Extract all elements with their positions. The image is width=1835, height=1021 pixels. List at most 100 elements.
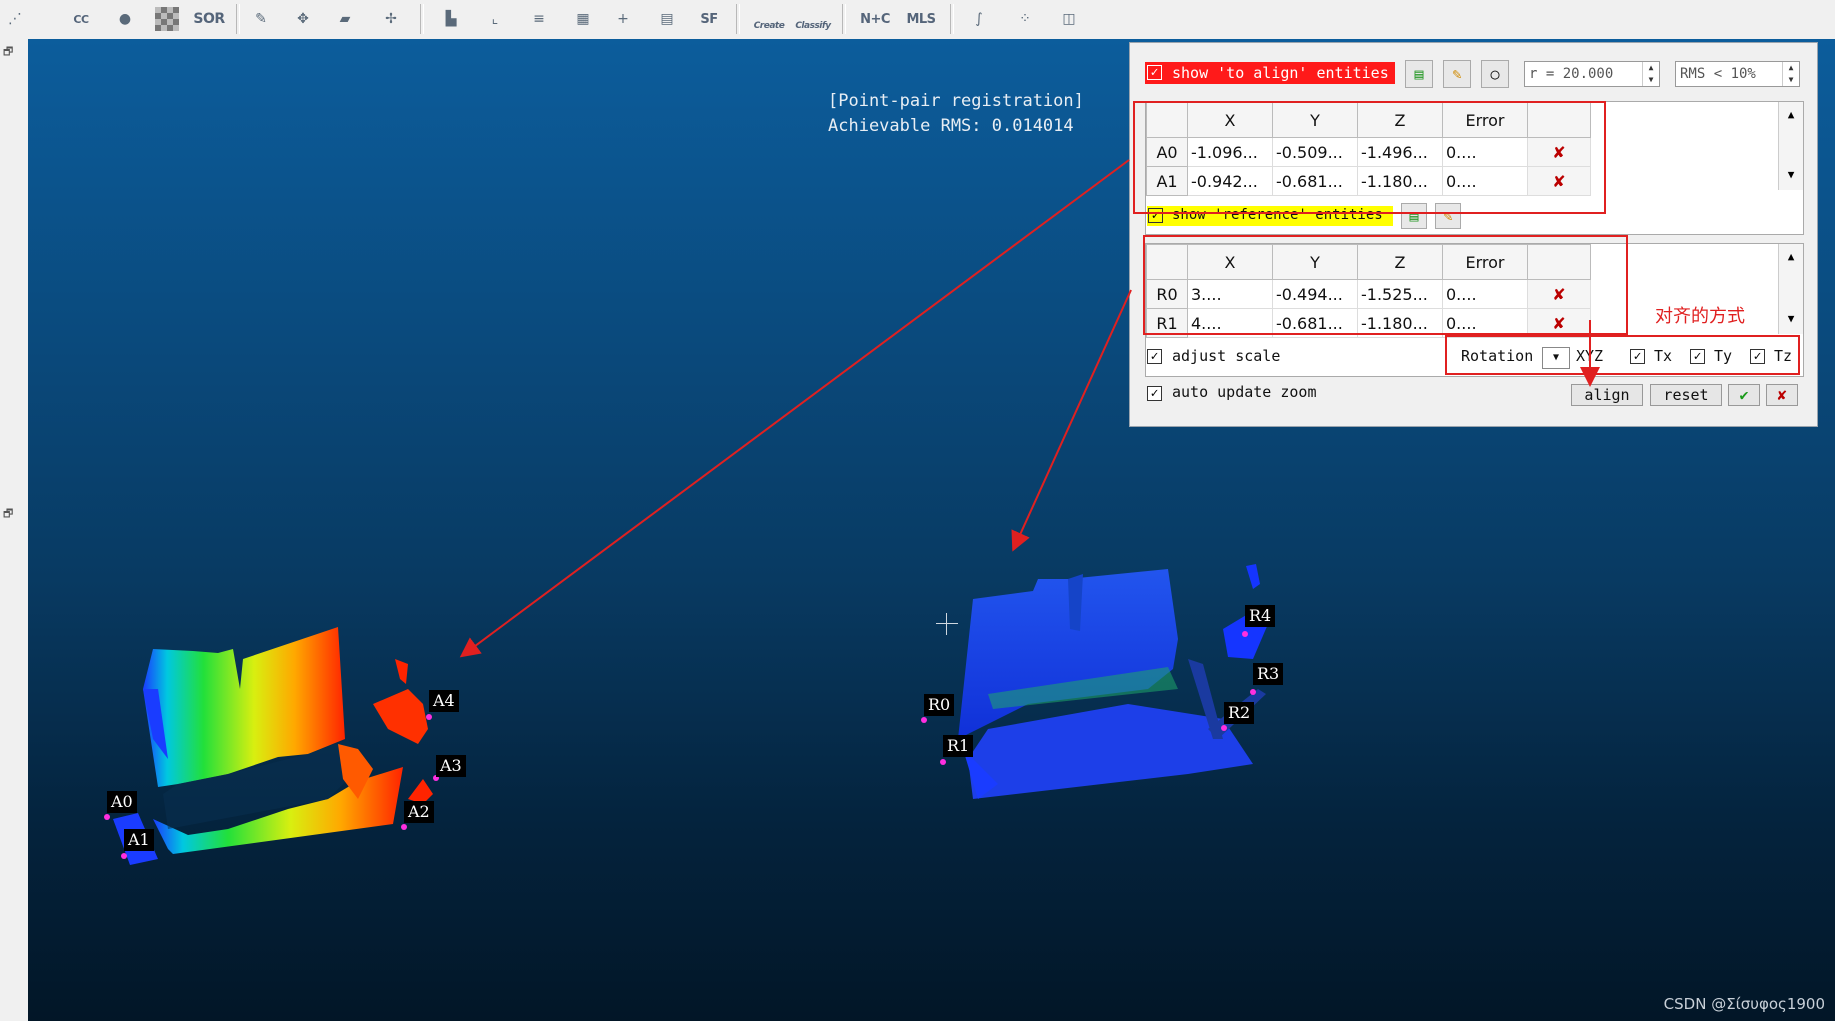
toolbar-separator bbox=[420, 4, 424, 34]
auto-update-zoom-label: auto update zoom bbox=[1172, 383, 1317, 401]
cell-y[interactable]: -0.681... bbox=[1272, 308, 1358, 338]
label-a4: A4 bbox=[429, 690, 459, 712]
tx-checkbox[interactable]: ✓ bbox=[1630, 349, 1645, 364]
cloud-compare-cc-icon[interactable]: CC bbox=[66, 4, 96, 34]
delete-icon[interactable]: ✘ bbox=[1527, 166, 1591, 196]
delete-icon[interactable]: ✘ bbox=[1527, 279, 1591, 309]
col-error-header: Error bbox=[1442, 244, 1528, 280]
table-row[interactable]: A1 -0.942... -0.681... -1.180... 0.... ✘ bbox=[1146, 166, 1591, 196]
pencil-icon[interactable]: ✎ bbox=[1435, 203, 1461, 229]
cancel-x-icon[interactable]: ✘ bbox=[1766, 384, 1798, 406]
scroll-up-icon[interactable]: ▲ bbox=[1779, 106, 1803, 124]
pin-icon[interactable]: ✢ bbox=[376, 4, 406, 34]
rms-spinbox[interactable]: RMS < 10% ▲ ▼ bbox=[1675, 61, 1800, 87]
cell-y[interactable]: -0.681... bbox=[1272, 166, 1358, 196]
canupo-classify-icon[interactable]: Classify bbox=[795, 2, 831, 32]
cell-z[interactable]: -1.525... bbox=[1357, 279, 1443, 309]
watermark: CSDN @Σίσυφος1900 bbox=[1663, 995, 1825, 1013]
corner-header bbox=[1146, 244, 1188, 280]
auto-update-zoom-checkbox[interactable]: ✓ bbox=[1147, 386, 1162, 401]
translate-rotate-icon[interactable]: ✥ bbox=[288, 4, 318, 34]
sphere-icon[interactable]: ○ bbox=[1481, 60, 1509, 88]
adjust-scale-label: adjust scale bbox=[1172, 347, 1281, 365]
radius-value: r = 20.000 bbox=[1529, 66, 1614, 82]
col-delete-header bbox=[1527, 102, 1591, 138]
cell-y[interactable]: -0.494... bbox=[1272, 279, 1358, 309]
confirm-check-icon[interactable]: ✔ bbox=[1728, 384, 1760, 406]
scroll-up-icon[interactable]: ▲ bbox=[1779, 248, 1803, 266]
rotation-dropdown-icon[interactable]: ▼ bbox=[1542, 347, 1570, 369]
cell-x[interactable]: -0.942... bbox=[1187, 166, 1273, 196]
calculator-icon[interactable]: ▤ bbox=[652, 4, 682, 34]
label-a1: A1 bbox=[124, 829, 154, 851]
mls-icon[interactable]: MLS bbox=[906, 4, 936, 34]
cell-x[interactable]: -1.096... bbox=[1187, 137, 1273, 167]
toolbar-separator bbox=[736, 4, 740, 34]
scalar-field-icon[interactable]: SF bbox=[694, 4, 724, 34]
cloud-fill-icon[interactable]: ● bbox=[110, 4, 140, 34]
align-button[interactable]: align bbox=[1571, 384, 1643, 406]
cell-x[interactable]: 4.... bbox=[1187, 308, 1273, 338]
rotation-value[interactable]: XYZ bbox=[1576, 347, 1603, 365]
min-max-icon[interactable]: ≡ bbox=[524, 4, 554, 34]
tz-checkbox[interactable]: ✓ bbox=[1750, 349, 1765, 364]
cell-y[interactable]: -0.509... bbox=[1272, 137, 1358, 167]
cell-z[interactable]: -1.180... bbox=[1357, 308, 1443, 338]
cell-x[interactable]: 3.... bbox=[1187, 279, 1273, 309]
col-y-header: Y bbox=[1272, 244, 1358, 280]
table-row[interactable]: R1 4.... -0.681... -1.180... 0.... ✘ bbox=[1146, 308, 1591, 338]
brush-icon[interactable]: ✎ bbox=[246, 4, 276, 34]
reset-button[interactable]: reset bbox=[1650, 384, 1722, 406]
canupo-create-icon[interactable]: Create bbox=[753, 2, 785, 32]
col-delete-header bbox=[1527, 244, 1591, 280]
rotation-label: Rotation bbox=[1461, 347, 1534, 365]
toolbar-separator bbox=[236, 4, 240, 34]
delete-icon[interactable]: ✘ bbox=[1527, 308, 1591, 338]
restore-icon[interactable]: 🗗 bbox=[3, 43, 13, 62]
restore-icon[interactable]: 🗗 bbox=[3, 505, 13, 524]
scroll-down-icon[interactable]: ▼ bbox=[1779, 310, 1803, 328]
layers-icon[interactable]: ▤ bbox=[1401, 203, 1427, 229]
point-marker-a2 bbox=[401, 824, 407, 830]
show-reference-checkbox[interactable]: ✓ bbox=[1148, 208, 1163, 223]
canupo-create-label: Create bbox=[753, 21, 785, 31]
table-row[interactable]: A0 -1.096... -0.509... -1.496... 0.... ✘ bbox=[1146, 137, 1591, 167]
cell-z[interactable]: -1.180... bbox=[1357, 166, 1443, 196]
col-z-header: Z bbox=[1357, 102, 1443, 138]
curve-icon[interactable]: ⌞ bbox=[480, 4, 510, 34]
col-error-header: Error bbox=[1442, 102, 1528, 138]
radius-spinbox[interactable]: r = 20.000 ▲ ▼ bbox=[1524, 61, 1660, 87]
delete-icon[interactable]: ✘ bbox=[1527, 137, 1591, 167]
col-x-header: X bbox=[1187, 244, 1273, 280]
grid-icon[interactable]: ▦ bbox=[568, 4, 598, 34]
layers-icon[interactable]: ▤ bbox=[1405, 60, 1433, 88]
point-marker-r4 bbox=[1242, 631, 1248, 637]
reference-table: X Y Z Error R0 3.... -0.494... -1.525...… bbox=[1146, 244, 1591, 338]
adjust-scale-checkbox[interactable]: ✓ bbox=[1147, 349, 1162, 364]
segment-icon[interactable]: ∫ bbox=[964, 4, 994, 34]
sor-filter-icon[interactable]: SOR bbox=[193, 4, 225, 34]
spin-arrows-icon[interactable]: ▲ ▼ bbox=[1642, 62, 1659, 86]
histogram-icon[interactable]: ▙ bbox=[436, 4, 466, 34]
reference-table-scrollbar[interactable]: ▲ ▼ bbox=[1778, 244, 1803, 334]
normals-icon[interactable]: N+C bbox=[860, 4, 890, 34]
align-table-scrollbar[interactable]: ▲ ▼ bbox=[1778, 102, 1803, 190]
point-marker-r3 bbox=[1250, 689, 1256, 695]
cell-z[interactable]: -1.496... bbox=[1357, 137, 1443, 167]
point-picking-icon[interactable]: ⋰ bbox=[0, 4, 30, 34]
cube-icon[interactable]: ◫ bbox=[1054, 4, 1084, 34]
table-row[interactable]: R0 3.... -0.494... -1.525... 0.... ✘ bbox=[1146, 279, 1591, 309]
cell-error: 0.... bbox=[1442, 308, 1528, 338]
show-align-checkbox[interactable]: ✓ bbox=[1147, 65, 1162, 80]
spin-arrows-icon[interactable]: ▲ ▼ bbox=[1782, 62, 1799, 86]
col-y-header: Y bbox=[1272, 102, 1358, 138]
scatter-icon[interactable]: ⁘ bbox=[1010, 4, 1040, 34]
pencil-icon[interactable]: ✎ bbox=[1443, 60, 1471, 88]
checker-icon[interactable] bbox=[152, 4, 182, 34]
ty-checkbox[interactable]: ✓ bbox=[1690, 349, 1705, 364]
add-icon[interactable]: + bbox=[608, 4, 638, 34]
scroll-down-icon[interactable]: ▼ bbox=[1779, 166, 1803, 184]
plane-fit-icon[interactable]: ▰ bbox=[330, 4, 360, 34]
cell-error: 0.... bbox=[1442, 166, 1528, 196]
row-id: A0 bbox=[1146, 137, 1188, 167]
